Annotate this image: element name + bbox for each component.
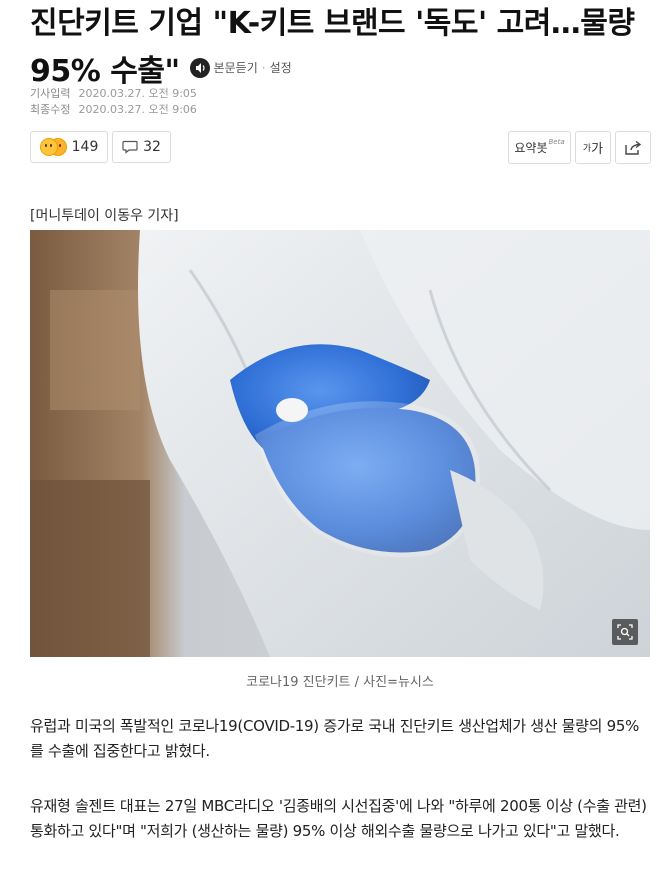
summary-bot-button[interactable]: 요약봇 Beta — [508, 131, 571, 164]
emoji-faces-icon — [39, 138, 67, 156]
input-date-label: 기사입력 — [30, 87, 71, 100]
article-title: 진단키트 기업 "K-키트 브랜드 '독도' 고려…물량 95% 수출" — [30, 6, 635, 89]
zoom-icon — [617, 624, 633, 640]
ppe-gloves-photo — [30, 230, 650, 657]
comment-count: 32 — [143, 139, 161, 155]
listen-controls: 본문듣기 · 설정 — [189, 46, 292, 90]
article-photo[interactable] — [30, 230, 650, 657]
article-meta: 기사입력 2020.03.27. 오전 9:05 최종수정 2020.03.27. … — [30, 86, 197, 118]
input-date-value: 2020.03.27. 오전 9:05 — [78, 87, 197, 100]
modified-date-value: 2020.03.27. 오전 9:06 — [78, 103, 197, 116]
modified-date-label: 최종수정 — [30, 103, 71, 116]
comment-button[interactable]: 32 — [112, 131, 171, 163]
input-date-row: 기사입력 2020.03.27. 오전 9:05 — [30, 86, 197, 102]
reaction-button[interactable]: 149 — [30, 131, 108, 163]
font-size-button[interactable]: 가가 — [575, 131, 611, 164]
article-headline: 진단키트 기업 "K-키트 브랜드 '독도' 고려…물량 95% 수출" 본문듣기… — [30, 2, 650, 94]
share-button[interactable] — [615, 131, 651, 164]
comment-icon — [122, 140, 138, 154]
modified-date-row: 최종수정 2020.03.27. 오전 9:06 — [30, 102, 197, 118]
summary-bot-label: 요약봇 — [514, 141, 548, 155]
share-icon — [625, 140, 642, 155]
audio-listen-icon[interactable] — [189, 58, 210, 78]
photo-caption: 코로나19 진단키트 / 사진=뉴시스 — [246, 675, 434, 690]
photo-zoom-button[interactable] — [612, 619, 638, 645]
listen-separator: · — [261, 61, 266, 75]
font-size-small-glyph: 가 — [582, 144, 592, 154]
reaction-count: 149 — [71, 139, 99, 155]
listen-button[interactable]: 본문듣기 — [214, 46, 258, 90]
summary-beta-badge: Beta — [548, 137, 565, 146]
article-paragraph: 유럽과 미국의 폭발적인 코로나19(COVID-19) 증가로 국내 진단키트… — [30, 717, 640, 760]
reporter-byline: [머니투데이 이동우 기자] — [30, 208, 179, 224]
settings-button[interactable]: 설정 — [270, 46, 292, 90]
font-size-big-glyph: 가 — [591, 142, 604, 157]
article-paragraph: 유재형 솔젠트 대표는 27일 MBC라디오 '김종배의 시선집중'에 나와 "… — [30, 797, 647, 840]
